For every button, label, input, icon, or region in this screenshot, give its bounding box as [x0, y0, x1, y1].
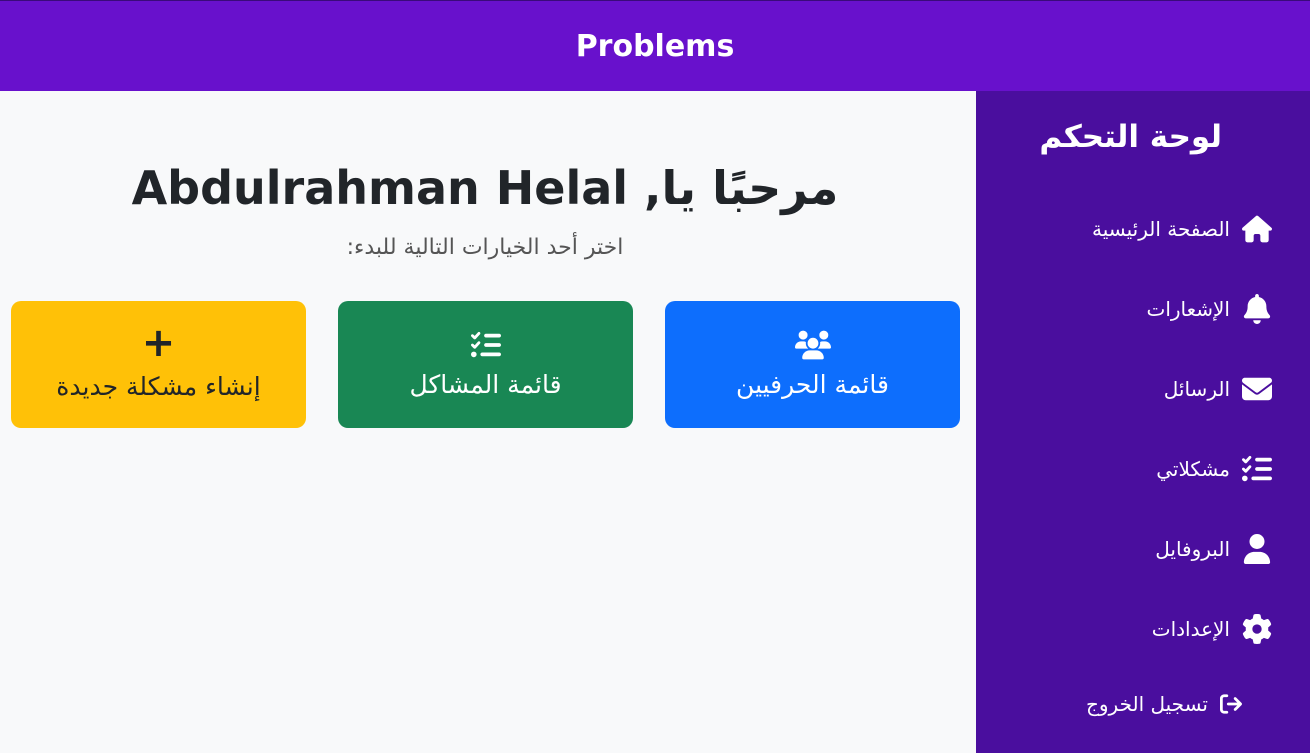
card-label: قائمة الحرفيين: [736, 370, 889, 399]
sidebar-item-label: البروفايل: [1155, 537, 1230, 561]
welcome-subtitle: اختر أحد الخيارات التالية للبدء:: [346, 235, 624, 260]
sidebar-item-label: الإشعارات: [1146, 297, 1230, 321]
envelope-icon: [1242, 377, 1272, 401]
sidebar-item-my-problems[interactable]: مشكلاتي: [1156, 454, 1272, 484]
problems-list-card[interactable]: قائمة المشاكل: [338, 301, 633, 428]
main-content: مرحبًا يا, Abdulrahman Helal اختر أحد ال…: [0, 91, 976, 753]
create-problem-card[interactable]: + إنشاء مشكلة جديدة: [11, 301, 306, 428]
card-label: إنشاء مشكلة جديدة: [56, 372, 261, 401]
sidebar-item-label: تسجيل الخروج: [1085, 692, 1208, 716]
sidebar-item-settings[interactable]: الإعدادات: [1152, 614, 1272, 644]
user-icon: [1243, 534, 1271, 564]
sidebar-item-profile[interactable]: البروفايل: [1155, 534, 1272, 564]
plus-icon: +: [141, 320, 176, 366]
sidebar-item-label: الرسائل: [1163, 377, 1230, 401]
bell-icon: [1243, 294, 1271, 324]
gear-icon: [1242, 614, 1272, 644]
app-title: Problems: [575, 28, 735, 64]
card-label: قائمة المشاكل: [409, 370, 562, 399]
sign-out-icon: [1220, 694, 1242, 714]
craftsmen-list-card[interactable]: قائمة الحرفيين: [665, 301, 960, 428]
list-check-icon: [470, 331, 501, 358]
sidebar-item-label: مشكلاتي: [1156, 457, 1230, 481]
top-header: Problems: [0, 0, 1310, 91]
welcome-heading: مرحبًا يا, Abdulrahman Helal: [131, 161, 839, 215]
list-check-icon: [1242, 455, 1272, 482]
home-icon: [1242, 215, 1272, 243]
sidebar: لوحة التحكم الصفحة الرئيسية الإشعارات ال…: [976, 91, 1310, 753]
sidebar-item-label: الصفحة الرئيسية: [1092, 217, 1230, 241]
users-icon: [794, 330, 831, 360]
sidebar-item-label: الإعدادات: [1151, 617, 1230, 641]
sidebar-title: لوحة التحكم: [1039, 119, 1222, 155]
sidebar-item-logout[interactable]: تسجيل الخروج: [1086, 692, 1242, 716]
sidebar-item-messages[interactable]: الرسائل: [1164, 374, 1272, 404]
sidebar-item-notifications[interactable]: الإشعارات: [1146, 294, 1272, 324]
sidebar-item-home[interactable]: الصفحة الرئيسية: [1092, 214, 1272, 244]
